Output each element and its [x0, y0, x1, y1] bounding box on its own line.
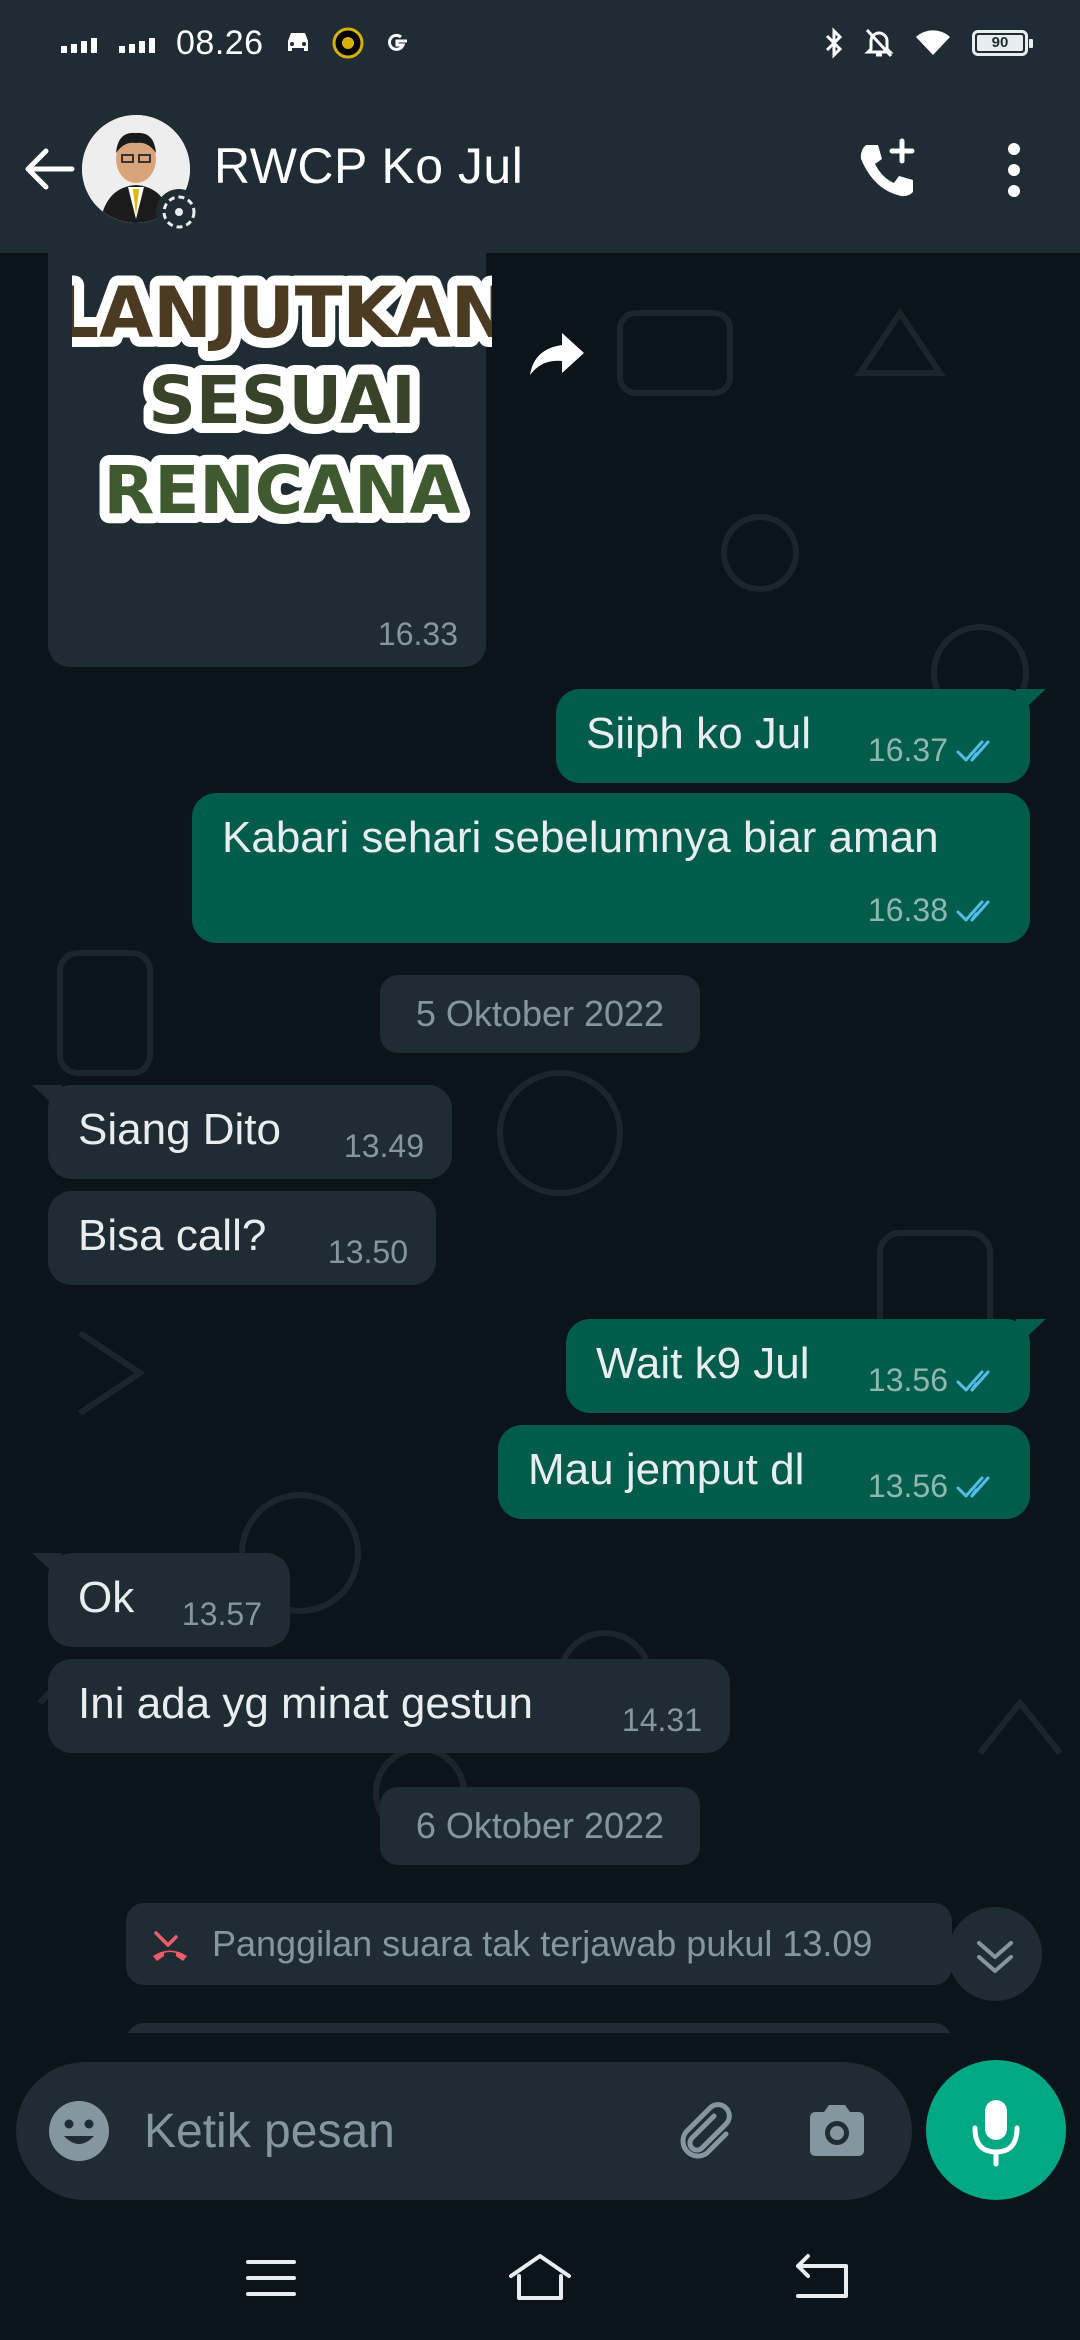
status-bar: 08.26 90 — [0, 0, 1080, 85]
back-arrow-icon — [25, 148, 75, 190]
message-bubble-incoming[interactable]: Siang Dito 13.49 — [32, 1085, 452, 1179]
missed-call-text: Panggilan suara tak terjawab pukul 13.09 — [212, 1923, 873, 1964]
add-call-button[interactable] — [852, 135, 922, 205]
message-input[interactable] — [144, 2092, 644, 2170]
sticker-message[interactable]: LANJUTKAN LANJUTKAN SESUAI SESUAI RENCAN… — [48, 253, 492, 667]
voice-message-button[interactable] — [926, 2060, 1066, 2200]
message-time: 13.50 — [327, 1234, 408, 1270]
date-divider: 5 Oktober 2022 — [380, 975, 700, 1053]
message-time: 14.31 — [621, 1702, 702, 1738]
forward-button[interactable] — [522, 319, 592, 389]
bubble-tail — [32, 1553, 62, 1581]
message-time: 13.56 — [867, 1362, 948, 1398]
scroll-to-bottom-button[interactable] — [948, 1907, 1042, 2001]
home-icon — [509, 2254, 571, 2300]
message-time: 13.56 — [867, 1468, 948, 1504]
camera-button[interactable] — [802, 2096, 872, 2166]
message-bubble-outgoing[interactable]: Siiph ko Jul 16.37 — [556, 689, 1046, 783]
contact-name[interactable]: RWCP Ko Jul — [214, 137, 523, 195]
sticker-line-3: RENCANA — [104, 452, 461, 529]
emoji-icon — [49, 2101, 109, 2161]
emoji-button[interactable] — [46, 2098, 112, 2164]
message-bubble-incoming[interactable]: Ok 13.57 — [32, 1553, 290, 1647]
attach-icon — [680, 2102, 732, 2159]
add-call-icon — [860, 138, 915, 197]
sticker-line-2: SESUAI — [148, 362, 415, 439]
signal-icon — [61, 38, 97, 53]
status-ring — [156, 189, 202, 235]
camera-icon — [810, 2105, 864, 2156]
message-time: 16.33 — [377, 616, 458, 652]
home-button[interactable] — [505, 2246, 575, 2310]
message-text: Ok — [78, 1573, 135, 1622]
signal-icon — [119, 38, 155, 53]
system-nav-bar — [0, 2216, 1080, 2340]
more-options-button[interactable] — [996, 135, 1032, 205]
back-button[interactable] — [18, 137, 82, 201]
bubble-tail — [32, 1085, 62, 1113]
message-text: Siiph ko Jul — [586, 709, 812, 758]
forward-icon — [530, 333, 584, 375]
read-ticks-icon — [956, 900, 990, 921]
read-ticks-icon — [956, 1476, 990, 1497]
message-bubble-outgoing[interactable]: Wait k9 Jul 13.56 — [566, 1319, 1046, 1413]
message-text: Siang Dito — [78, 1105, 282, 1154]
car-icon — [287, 33, 308, 51]
message-list[interactable]: LANJUTKAN LANJUTKAN SESUAI SESUAI RENCAN… — [0, 253, 1080, 2033]
bluetooth-icon — [825, 27, 843, 59]
system-back-button[interactable] — [788, 2246, 858, 2310]
message-bubble-incoming[interactable]: Ini ada yg minat gestun 14.31 — [48, 1659, 730, 1753]
bubble-tail — [1016, 689, 1046, 717]
message-bubble-incoming[interactable]: Bisa call? 13.50 — [48, 1191, 436, 1285]
chat-header: RWCP Ko Jul — [0, 85, 1080, 253]
missed-call-icon — [153, 1931, 187, 1961]
read-ticks-icon — [956, 740, 990, 761]
google-icon — [387, 33, 407, 51]
message-time: 13.49 — [343, 1128, 424, 1164]
battery-level: 90 — [977, 35, 1023, 51]
battery-icon: 90 — [972, 30, 1033, 56]
message-text: Bisa call? — [78, 1211, 267, 1260]
status-ring-icon — [162, 195, 196, 229]
wifi-icon — [916, 30, 950, 55]
message-text: Wait k9 Jul — [596, 1339, 810, 1388]
sticker-line-1: LANJUTKAN — [72, 272, 492, 354]
recent-apps-button[interactable] — [236, 2246, 306, 2310]
message-time: 13.57 — [181, 1596, 262, 1632]
message-time: 16.38 — [867, 892, 948, 928]
sticker-image: LANJUTKAN LANJUTKAN SESUAI SESUAI RENCAN… — [72, 263, 492, 539]
mute-bell-icon — [864, 28, 894, 58]
double-chevron-down-icon — [977, 1941, 1013, 1973]
attach-button[interactable] — [670, 2096, 740, 2166]
message-time: 16.37 — [867, 732, 948, 768]
read-ticks-icon — [956, 1370, 990, 1391]
message-bubble-outgoing[interactable]: Kabari sehari sebelumnya biar aman 16.38 — [192, 793, 1030, 943]
bubble-tail — [1016, 1319, 1046, 1347]
date-divider: 6 Oktober 2022 — [380, 1787, 700, 1865]
message-text: Mau jemput dl — [528, 1445, 805, 1494]
back-icon — [796, 2254, 848, 2298]
message-text: Kabari sehari sebelumnya biar aman — [222, 813, 939, 862]
missed-call-notice[interactable]: Panggilan suara tak terjawab pukul 13.09 — [126, 1903, 952, 1985]
more-vert-icon — [1008, 143, 1020, 197]
message-composer — [16, 2062, 912, 2200]
menu-icon — [246, 2260, 296, 2296]
clock: 08.26 — [176, 23, 264, 62]
app-notification-icon — [332, 27, 364, 59]
message-text: Ini ada yg minat gestun — [78, 1679, 533, 1728]
message-bubble-outgoing[interactable]: Mau jemput dl 13.56 — [498, 1425, 1030, 1519]
mic-icon — [972, 2100, 1020, 2167]
system-notice — [126, 2023, 952, 2033]
